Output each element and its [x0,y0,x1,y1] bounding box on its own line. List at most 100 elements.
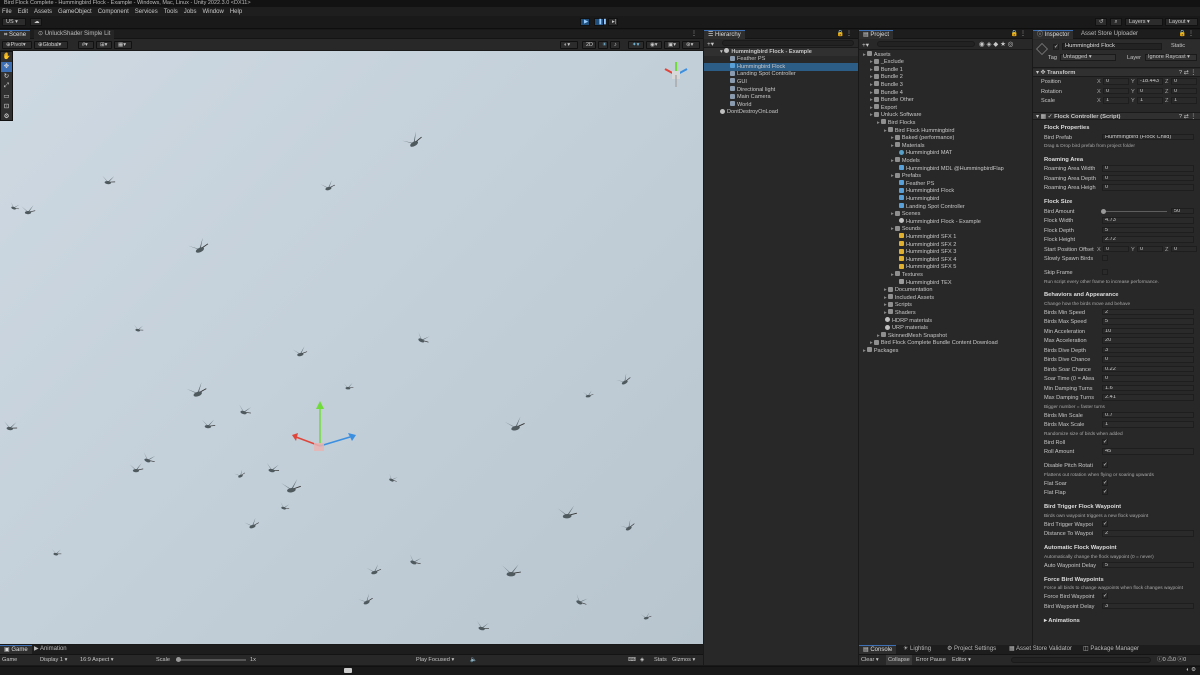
project-menu-icon[interactable]: ⋮ [1016,30,1030,39]
orientation-gizmo-icon[interactable] [660,59,692,91]
cloud-icon[interactable]: ☁ [30,18,42,26]
project-item[interactable]: Hummingbird Flock [859,187,1032,196]
tab-animation[interactable]: ▶ Animation [30,645,71,654]
scale-slider-handle[interactable] [176,657,181,662]
project-add-icon[interactable]: +▾ [862,41,869,49]
expand-arrow-icon[interactable]: ▸ [884,302,887,308]
menu-assets[interactable]: Assets [34,9,52,15]
project-item[interactable]: ▸ Bundle Other [859,96,1032,105]
checkbox[interactable]: ✓ [1102,462,1108,468]
expand-arrow-icon[interactable]: ▸ [870,340,873,346]
transform-x-field[interactable]: 1 [1103,97,1129,104]
hierarchy-item[interactable]: Main Camera [704,93,858,102]
keyboard-icon[interactable]: ⌨ [628,655,636,665]
project-item[interactable]: ▸ Documentation [859,286,1032,295]
field-value[interactable]: 1.6 [1102,384,1194,391]
move-tool-icon[interactable]: ✥ [1,62,12,72]
transform-header[interactable]: ▾ ✥ Transform ? ⇄ ⋮ [1033,69,1200,77]
field-value[interactable]: 0.22 [1102,365,1194,372]
shader-tab[interactable]: ⊙ UnluckShader Simple Lit [34,30,115,39]
field-value[interactable]: Hummingbird (Flock Child) [1102,133,1194,140]
expand-arrow-icon[interactable]: ▸ [891,226,894,232]
transform-y-field[interactable]: -18.443 [1137,78,1163,85]
project-item[interactable]: ▸ Unluck Software [859,111,1032,120]
expand-arrow-icon[interactable]: ▸ [870,82,873,88]
hierarchy-item[interactable]: Feather PS [704,55,858,64]
checkbox[interactable]: ✓ [1102,489,1108,495]
field-value[interactable]: 3 [1102,602,1194,609]
field-value[interactable]: 1 [1102,421,1194,428]
inspector-menu-icon[interactable]: ⋮ [1184,30,1198,39]
menu-file[interactable]: File [2,9,12,15]
expand-arrow-icon[interactable]: ▸ [891,143,894,149]
project-item[interactable]: ▸ Included Assets [859,294,1032,302]
project-item[interactable]: ▸ Prefabs [859,172,1032,181]
menu-gameobject[interactable]: GameObject [58,9,92,15]
slider-handle[interactable] [1101,208,1106,214]
transform-z-field[interactable]: 0 [1171,78,1197,85]
collapse-toggle[interactable]: Collapse [886,655,912,665]
hand-tool-icon[interactable]: ✋ [1,52,12,62]
project-item[interactable]: ▸ Sounds [859,225,1032,234]
menu-component[interactable]: Component [98,9,129,15]
rect-tool-icon[interactable]: ▭ [1,92,12,102]
pause-button[interactable]: ❚❚ [594,18,607,26]
project-item[interactable]: Hummingbird SFX 1 [859,233,1032,241]
active-checkbox[interactable]: ✓ [1053,44,1059,50]
project-item[interactable]: ▸ Shaders [859,309,1032,317]
expand-arrow-icon[interactable]: ▸ [877,333,880,339]
scale-slider[interactable] [176,659,246,661]
hierarchy-item[interactable]: World [704,101,858,109]
hierarchy-menu-icon[interactable]: ⋮ [842,30,856,39]
field-value[interactable]: 2 [1102,308,1194,315]
expand-arrow-icon[interactable]: ▸ [870,74,873,80]
expand-arrow-icon[interactable]: ▸ [884,310,887,316]
checkbox[interactable]: ✓ [1102,479,1108,486]
stats-button[interactable]: Stats [654,655,667,665]
field-value[interactable]: 0 [1102,184,1194,191]
expand-arrow-icon[interactable]: ▸ [884,287,887,293]
project-item[interactable]: ▸ Bird Flocks [859,119,1032,127]
tab-asset-store-uploader[interactable]: Asset Store Uploader [1077,30,1142,39]
field-value[interactable]: 20 [1102,337,1194,344]
field-value[interactable]: 0 [1102,356,1194,363]
checkbox[interactable]: ✓ [1102,438,1108,445]
expand-arrow-icon[interactable]: ▸ [891,158,894,164]
tab-package-manager[interactable]: ◫ Package Manager [1079,645,1143,654]
expand-arrow-icon[interactable]: ▸ [891,272,894,278]
audio-icon[interactable]: ♪ [610,41,620,49]
display-dropdown[interactable]: Display 1 ▾ [40,655,67,665]
project-item[interactable]: ▸ Bird Flock Complete Bundle Content Down… [859,339,1032,348]
project-item[interactable]: Hummingbird Flock - Example [859,218,1032,226]
tab-hierarchy[interactable]: ☰ Hierarchy [704,30,745,39]
project-item[interactable]: ▸ Bundle 2 [859,73,1032,82]
project-item[interactable]: Feather PS [859,180,1032,188]
project-item[interactable]: ▸ Assets [859,51,1032,59]
project-item[interactable]: Hummingbird MDL @HummingbirdFlap [859,165,1032,173]
grid-icon[interactable]: #▾ [78,41,94,49]
slider-track[interactable] [1103,210,1167,212]
project-item[interactable]: ▸ Bundle 4 [859,89,1032,97]
transform-x-field[interactable]: 0 [1103,78,1129,85]
offset-z-field[interactable]: 0 [1171,245,1197,252]
checkbox[interactable]: ✓ [1102,520,1108,527]
tab-project[interactable]: ▤ Project [859,30,894,39]
project-item[interactable]: ▸ Export [859,104,1032,112]
project-item[interactable]: ▸ SkinnedMesh Snapshot [859,332,1032,340]
transform-tool-icon[interactable]: ⊡ [1,102,12,112]
expand-arrow-icon[interactable]: ▸ [891,211,894,217]
field-value[interactable]: 2.72 [1102,236,1194,243]
expand-arrow-icon[interactable]: ▸ [891,173,894,179]
rotate-tool-icon[interactable]: ↻ [1,72,12,82]
field-value[interactable]: 5 [1102,561,1194,568]
scale-tool-icon[interactable]: ⤢ [1,82,12,92]
tab-scene[interactable]: ⌗ Scene [0,30,31,39]
increment-icon[interactable]: ▦▾ [114,41,132,49]
expand-arrow-icon[interactable]: ▸ [870,67,873,73]
project-item[interactable]: ▸ Bundle 3 [859,81,1032,89]
scene-viewport[interactable] [0,51,703,644]
menu-help[interactable]: Help [230,9,242,15]
search-icon[interactable]: ⌕ [1110,18,1122,26]
global-dropdown[interactable]: ⊕Global▾ [34,41,68,49]
expand-arrow-icon[interactable]: ▸ [863,348,866,354]
